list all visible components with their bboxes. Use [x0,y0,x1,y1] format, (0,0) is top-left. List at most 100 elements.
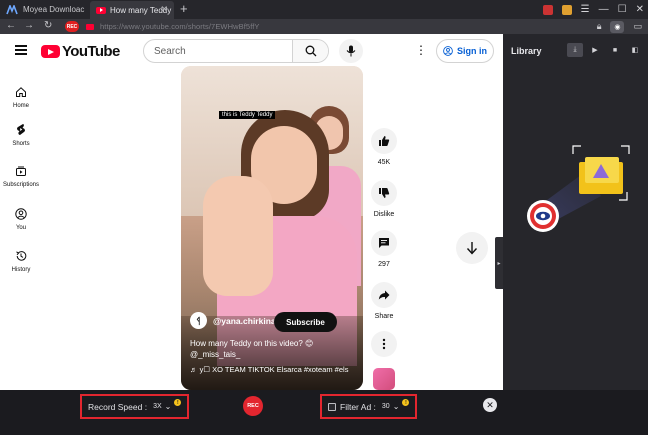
comments-button[interactable]: 297 [369,230,399,268]
sidebar-item-label: Shorts [12,141,30,147]
filter-ad-select[interactable]: 30 ⌄ [382,402,400,411]
like-button[interactable]: 45K [369,128,399,166]
close-tab-icon[interactable]: ✕ [160,4,168,15]
dislike-label: Dislike [373,211,395,218]
sign-in-button[interactable]: Sign in [436,39,494,63]
app-tab[interactable]: Moyea Downloac [0,0,90,19]
library-panel: Library ⤓ ▶ ■ ◧ [503,34,648,390]
share-button[interactable]: Share [369,282,399,320]
filter-ad-control: Filter Ad : 30 ⌄ ! [320,394,417,419]
history-icon [16,251,27,261]
sign-in-label: Sign in [457,46,487,56]
channel-name[interactable]: @yana.chirkina [213,316,276,326]
thumbs-down-icon [371,180,397,206]
sidebar-item-label: History [11,267,31,273]
sound-thumbnail[interactable] [373,368,395,390]
more-actions-button[interactable] [369,331,399,357]
address-bar-tools: 🔒︎ ◉ ▭ [597,20,642,33]
close-window-icon[interactable]: ✕ [636,4,644,15]
video-music[interactable]: ♬ y☐ XO TEAM TIKTOK Elsarca #xoteam #els [190,365,360,374]
youtube-play-icon [41,45,60,58]
rec-badge[interactable]: REC [65,21,79,32]
forward-arrow-icon[interactable]: → [24,20,34,32]
filter-ad-checkbox[interactable] [328,402,336,411]
lock-icon[interactable]: 🔒︎ [597,21,602,32]
video-title[interactable]: How many Teddy on this video? 😊 @_miss_t… [190,338,360,360]
sidebar-item-shorts[interactable]: Shorts [0,123,42,147]
minimize-icon[interactable]: — [599,4,609,15]
search-bar[interactable]: Search [143,39,329,63]
download-icon[interactable]: ⤓ [567,43,583,57]
filter-ad-value: 30 [381,403,390,410]
sidebar-item-label: Home [12,103,29,109]
voice-search-button[interactable] [339,39,363,63]
comment-icon [371,230,397,256]
youtube-favicon-icon [86,23,94,30]
sidebar-item-you[interactable]: You [0,208,42,231]
channel-avatar[interactable]: ᛩ [190,312,207,329]
youtube-header: YouTube Search ⋮ Sign in [0,34,503,68]
menu-icon[interactable]: ☰ [581,4,590,15]
youtube-logo[interactable]: YouTube [41,43,120,60]
youtube-icon[interactable]: ▶ [587,43,603,57]
video-frame-layer [203,176,273,296]
panel-icon[interactable]: ◧ [627,43,643,57]
empty-library-illustration [527,145,630,232]
more-vertical-icon [371,331,397,357]
comment-count: 297 [378,261,390,268]
url-field[interactable]: https://www.youtube.com/shorts/7EWHwBf5f… [86,21,581,32]
subscribe-button[interactable]: Subscribe [274,312,337,332]
share-icon [371,282,397,308]
video-caption: this is Teddy Teddy [219,111,276,119]
camera-icon[interactable]: ◉ [610,20,625,33]
gift-icon[interactable] [561,4,572,15]
back-arrow-icon[interactable]: ← [6,20,16,32]
video-channel[interactable]: ᛩ @yana.chirkina [190,312,276,329]
account-icon [443,46,453,56]
panel-collapse-handle[interactable]: ▸ [495,237,503,289]
new-tab-button[interactable]: + [180,2,188,16]
record-speed-label: Record Speed : [88,401,148,412]
video-icon[interactable]: ■ [607,43,623,57]
subscriptions-icon [16,166,26,176]
media-icon[interactable] [542,4,553,15]
maximize-icon[interactable]: ☐ [618,4,627,15]
browser-tab-active[interactable]: How many Teddy ✕ [90,1,174,19]
user-icon [15,208,27,220]
record-speed-value: 3X [153,403,162,410]
record-speed-control: Record Speed : 3X ⌄ ! [80,394,189,419]
reload-icon[interactable]: ↻ [44,20,52,32]
search-button[interactable] [292,40,328,62]
sidebar-item-history[interactable]: History [0,250,42,273]
hamburger-menu-icon[interactable] [15,45,27,55]
recorder-bar: Record Speed : 3X ⌄ ! REC Filter Ad : 30… [0,390,648,435]
sidebar-item-subscriptions[interactable]: Subscriptions [0,165,42,188]
youtube-logo-text: YouTube [62,43,120,60]
home-icon [16,87,26,97]
close-recorder-button[interactable]: ✕ [483,398,497,412]
chevron-down-icon: ⌄ [392,402,400,411]
app-logo-icon [6,4,18,14]
dislike-button[interactable]: Dislike [369,180,399,218]
share-label: Share [374,313,394,320]
more-options-icon[interactable]: ⋮ [415,43,427,57]
sidebar-item-label: You [15,225,27,231]
browser-viewport: YouTube Search ⋮ Sign in Home Shorts Sub… [0,34,503,390]
arrow-down-icon [466,242,478,255]
info-icon[interactable]: ! [174,399,182,406]
shorts-icon [17,124,25,135]
sidebar-item-home[interactable]: Home [0,86,42,109]
next-video-button[interactable] [456,232,488,264]
info-icon[interactable]: ! [402,399,410,406]
search-icon [305,45,316,57]
restore-icon[interactable]: ▭ [633,21,642,32]
title-bar: Moyea Downloac How many Teddy ✕ + ☰ — ☐ … [0,0,648,19]
record-speed-select[interactable]: 3X ⌄ [153,402,171,411]
record-button[interactable]: REC [243,396,263,416]
thumbs-up-icon [371,128,397,154]
url-text: https://www.youtube.com/shorts/7EWHwBf5f… [100,22,260,31]
shorts-video-player[interactable]: this is Teddy Teddy ᛩ @yana.chirkina Sub… [181,66,363,390]
chevron-down-icon: ⌄ [164,402,172,411]
search-input[interactable]: Search [144,46,292,57]
sidebar-item-label: Subscriptions [2,182,40,188]
